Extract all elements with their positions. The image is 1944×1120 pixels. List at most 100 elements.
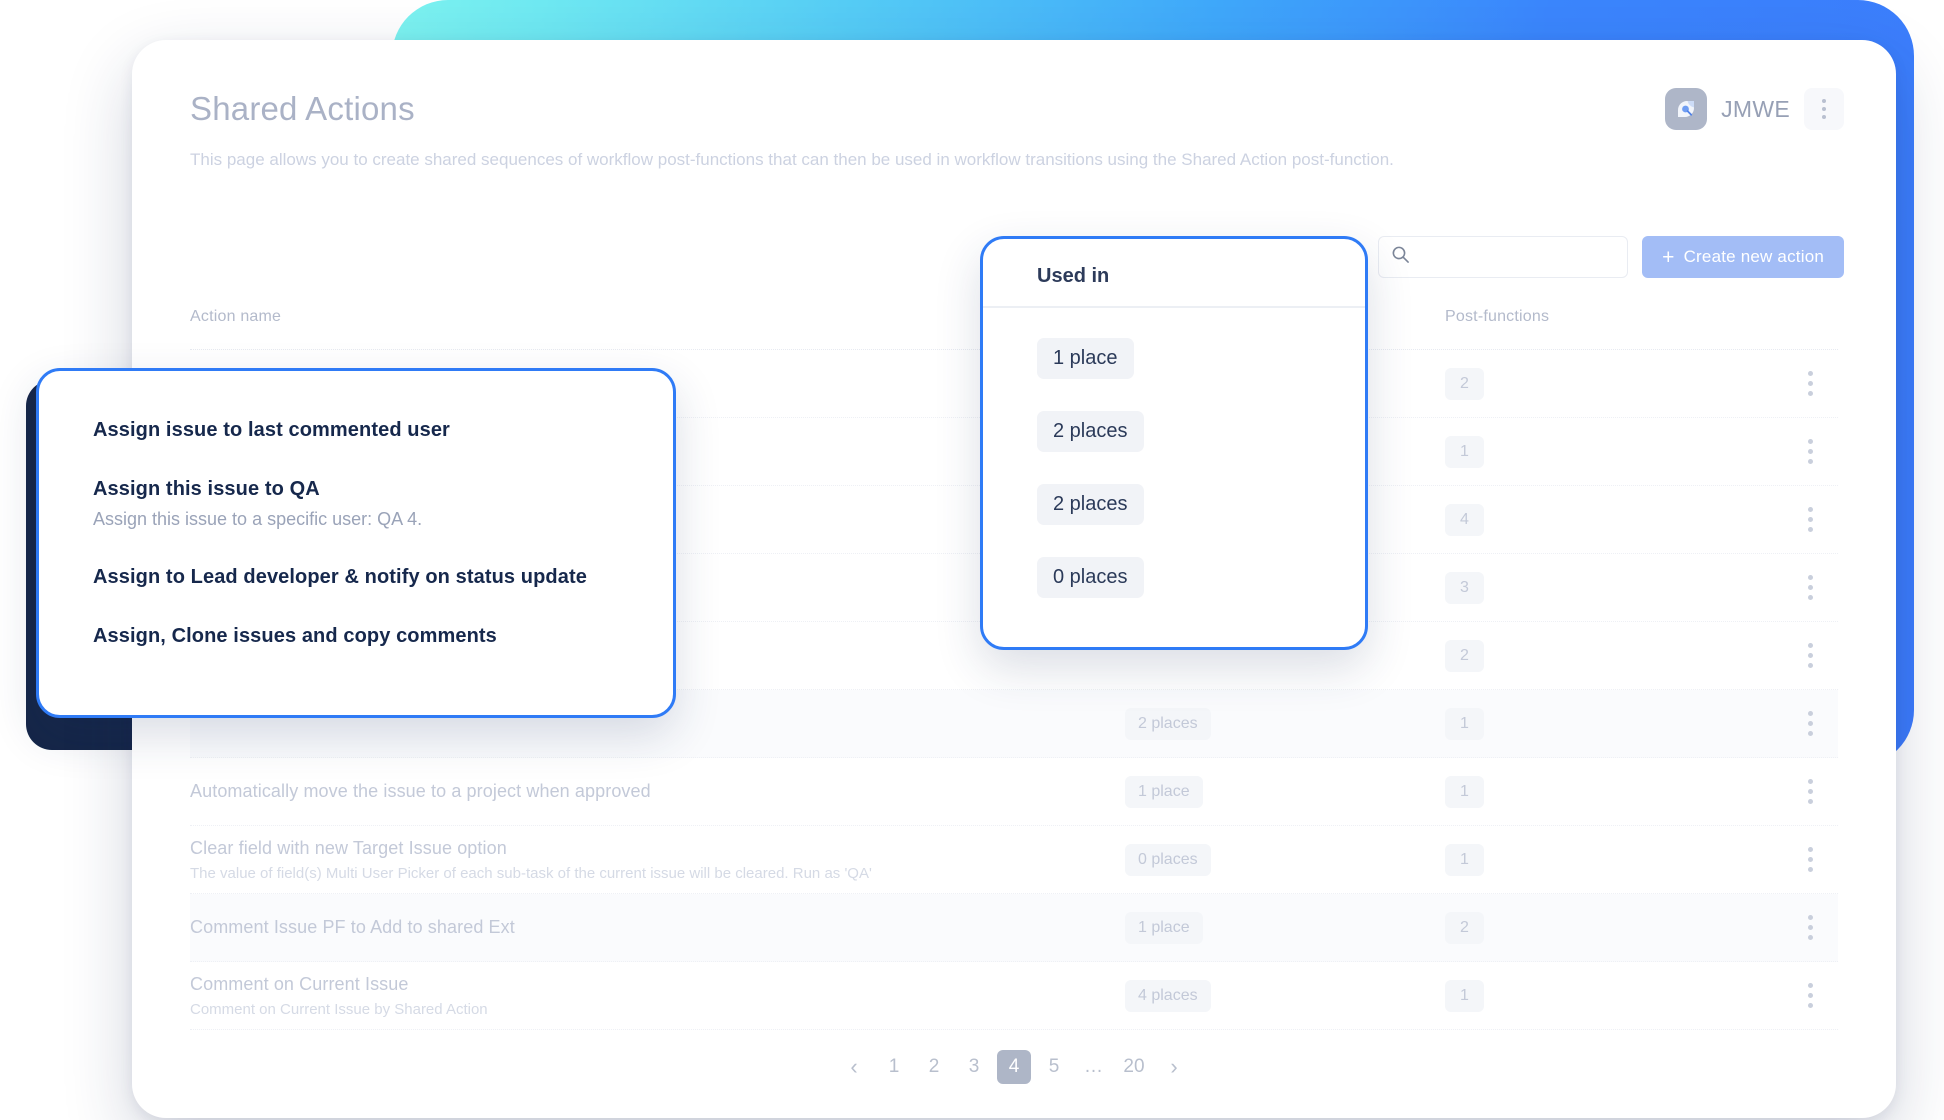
action-name-text: Clear field with new Target Issue option [190,838,1125,859]
table-row[interactable]: Comment on Current IssueComment on Curre… [190,962,1838,1030]
callout-used-in-list: 1 place 2 places 2 places 0 places [983,308,1365,630]
action-name-text: Automatically move the issue to a projec… [190,781,1125,802]
row-kebab-menu-icon[interactable] [1794,702,1826,746]
header-right-cluster: JMWE [1665,88,1844,130]
callout-action-title: Assign to Lead developer & notify on sta… [93,566,619,589]
create-new-action-label: Create new action [1684,247,1824,267]
used-in-badge[interactable]: 4 places [1125,980,1211,1012]
row-kebab-menu-icon[interactable] [1794,566,1826,610]
search-input[interactable] [1410,237,1617,277]
cell-action-name[interactable]: Comment on Current IssueComment on Curre… [190,974,1125,1018]
post-functions-badge[interactable]: 1 [1445,708,1484,740]
callout-action-item[interactable]: Assign, Clone issues and copy comments [93,625,619,648]
page-title: Shared Actions [190,90,1838,128]
post-functions-badge[interactable]: 1 [1445,980,1484,1012]
callout-used-in-badge[interactable]: 1 place [1037,338,1134,379]
pagination-page-4[interactable]: 4 [997,1050,1031,1084]
row-kebab-menu-icon[interactable] [1794,974,1826,1018]
used-in-badge[interactable]: 0 places [1125,844,1211,876]
page-header: Shared Actions This page allows you to c… [132,40,1896,172]
cell-post-functions: 4 [1445,504,1725,536]
app-name-label: JMWE [1721,96,1790,123]
row-kebab-menu-icon[interactable] [1794,838,1826,882]
row-kebab-menu-icon[interactable] [1794,362,1826,406]
pagination-page-20[interactable]: 20 [1117,1050,1151,1084]
callout-used-in-header: Used in [983,239,1365,308]
table-toolbar: + Create new action [1378,236,1844,278]
row-kebab-menu-icon[interactable] [1794,498,1826,542]
table-row[interactable]: Comment Issue PF to Add to shared Ext1 p… [190,894,1838,962]
cell-post-functions: 1 [1445,776,1725,808]
callout-action-list: Assign issue to last commented user Assig… [93,419,619,648]
cell-post-functions: 3 [1445,572,1725,604]
header-kebab-menu-icon[interactable] [1804,88,1844,130]
jmwe-logo-icon [1665,88,1707,130]
used-in-badge[interactable]: 1 place [1125,776,1203,808]
callout-action-item[interactable]: Assign this issue to QAAssign this issue… [93,478,619,530]
search-box[interactable] [1378,236,1628,278]
row-kebab-menu-icon[interactable] [1794,430,1826,474]
callout-used-in-row: 1 place [1037,338,1365,411]
callout-used-in-row: 0 places [1037,557,1365,630]
cell-row-actions [1725,430,1838,474]
cell-used-in: 1 place [1125,776,1445,808]
cell-action-name[interactable]: Clear field with new Target Issue option… [190,838,1125,882]
callout-action-title: Assign this issue to QA [93,478,619,501]
cell-row-actions [1725,498,1838,542]
post-functions-badge[interactable]: 2 [1445,912,1484,944]
post-functions-badge[interactable]: 1 [1445,844,1484,876]
action-name-text: Comment Issue PF to Add to shared Ext [190,917,1125,938]
cell-row-actions [1725,634,1838,678]
callout-action-title: Assign issue to last commented user [93,419,619,442]
chevron-right-icon[interactable]: › [1157,1050,1191,1084]
page-description: This page allows you to create shared se… [190,148,1838,172]
cell-post-functions: 2 [1445,368,1725,400]
create-new-action-button[interactable]: + Create new action [1642,236,1844,278]
plus-icon: + [1662,247,1674,268]
used-in-badge[interactable]: 1 place [1125,912,1203,944]
post-functions-badge[interactable]: 1 [1445,436,1484,468]
pagination-page-3[interactable]: 3 [957,1050,991,1084]
table-row[interactable]: Clear field with new Target Issue option… [190,826,1838,894]
post-functions-badge[interactable]: 3 [1445,572,1484,604]
callout-action-item[interactable]: Assign issue to last commented user [93,419,619,442]
row-kebab-menu-icon[interactable] [1794,906,1826,950]
pagination: ‹12345…20› [132,1050,1896,1084]
chevron-left-icon[interactable]: ‹ [837,1050,871,1084]
callout-used-in-badge[interactable]: 0 places [1037,557,1144,598]
cell-post-functions: 2 [1445,912,1725,944]
cell-post-functions: 1 [1445,708,1725,740]
callout-used-in-row: 2 places [1037,484,1365,557]
post-functions-badge[interactable]: 4 [1445,504,1484,536]
callout-used-in-row: 2 places [1037,411,1365,484]
pagination-page-5[interactable]: 5 [1037,1050,1071,1084]
callout-used-in-badge[interactable]: 2 places [1037,484,1144,525]
search-icon [1391,245,1410,269]
pagination-page-2[interactable]: 2 [917,1050,951,1084]
cell-row-actions [1725,906,1838,950]
post-functions-badge[interactable]: 1 [1445,776,1484,808]
cell-post-functions: 2 [1445,640,1725,672]
cell-row-actions [1725,566,1838,610]
action-description-text: Comment on Current Issue by Shared Actio… [190,1001,1125,1018]
action-description-text: The value of field(s) Multi User Picker … [190,865,1125,882]
post-functions-badge[interactable]: 2 [1445,368,1484,400]
cell-row-actions [1725,702,1838,746]
post-functions-badge[interactable]: 2 [1445,640,1484,672]
used-in-badge[interactable]: 2 places [1125,708,1211,740]
callout-action-item[interactable]: Assign to Lead developer & notify on sta… [93,566,619,589]
row-kebab-menu-icon[interactable] [1794,770,1826,814]
screenshot-stage: Shared Actions This page allows you to c… [0,0,1944,1120]
cell-used-in: 1 place [1125,912,1445,944]
cell-post-functions: 1 [1445,980,1725,1012]
pagination-ellipsis: … [1077,1050,1111,1084]
table-row[interactable]: Automatically move the issue to a projec… [190,758,1838,826]
callout-used-in-badge[interactable]: 2 places [1037,411,1144,452]
cell-used-in: 0 places [1125,844,1445,876]
pagination-page-1[interactable]: 1 [877,1050,911,1084]
row-kebab-menu-icon[interactable] [1794,634,1826,678]
cell-action-name[interactable]: Automatically move the issue to a projec… [190,781,1125,802]
column-header-post-functions[interactable]: Post-functions [1445,308,1725,326]
cell-action-name[interactable]: Comment Issue PF to Add to shared Ext [190,917,1125,938]
cell-used-in: 2 places [1125,708,1445,740]
